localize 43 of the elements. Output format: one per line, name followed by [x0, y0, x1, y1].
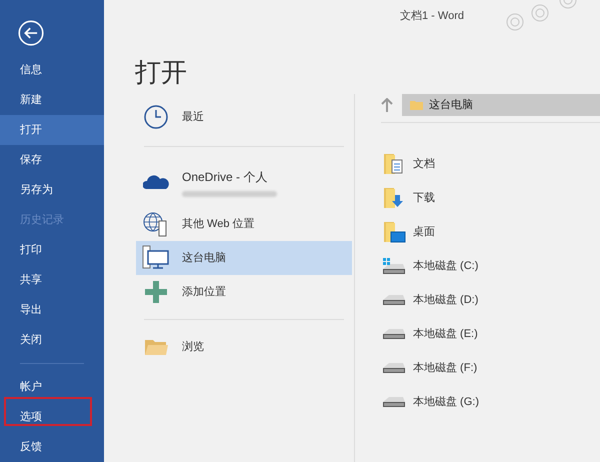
folder-item[interactable]: 下载: [413, 190, 435, 206]
sidebar-item[interactable]: 信息: [0, 55, 104, 86]
place-item[interactable]: 这台电脑: [136, 241, 352, 275]
folder-item[interactable]: 本地磁盘 (E:): [413, 326, 478, 342]
drive-icon: [383, 329, 405, 339]
downloads-folder-icon: [382, 187, 406, 209]
sidebar-item[interactable]: 导出: [0, 295, 104, 326]
sidebar-item[interactable]: 选项: [0, 402, 104, 432]
plus-icon: [145, 281, 167, 303]
sidebar-item[interactable]: 共享: [0, 265, 104, 296]
drive-icon: [383, 363, 405, 373]
drive-icon: [383, 295, 405, 305]
folder-icon: [410, 100, 423, 110]
sidebar-item[interactable]: 保存: [0, 145, 104, 176]
sidebar-item[interactable]: 打开: [0, 115, 104, 146]
desktop-folder-icon: [382, 221, 406, 243]
place-item[interactable]: 添加位置: [136, 275, 352, 309]
sidebar-item[interactable]: 另存为: [0, 175, 104, 206]
folder-item[interactable]: 本地磁盘 (D:): [413, 292, 478, 308]
folder-item[interactable]: 文档: [413, 156, 435, 172]
breadcrumb-label: 这台电脑: [429, 98, 473, 113]
clock-icon: [143, 104, 169, 130]
cloud-icon: [143, 174, 169, 190]
sidebar-item[interactable]: 打印: [0, 235, 104, 266]
folder-item[interactable]: 本地磁盘 (G:): [413, 394, 479, 410]
place-item[interactable]: 最近: [136, 98, 352, 136]
computer-icon: [142, 245, 170, 271]
sidebar-item[interactable]: 帐户: [0, 372, 104, 402]
page-heading: 打开: [135, 56, 188, 89]
place-item[interactable]: 浏览: [136, 330, 352, 364]
folder-icon: [144, 338, 168, 356]
folder-item[interactable]: 桌面: [413, 224, 435, 240]
place-item[interactable]: OneDrive - 个人: [136, 157, 352, 207]
folder-item[interactable]: 本地磁盘 (F:): [413, 360, 478, 376]
folder-item[interactable]: 本地磁盘 (C:): [413, 258, 478, 274]
drive-icon: [383, 397, 405, 407]
system-drive-icon: [381, 257, 407, 275]
breadcrumb-bar[interactable]: 这台电脑: [402, 94, 600, 116]
window-title: 文档1 - Word: [400, 8, 464, 24]
place-item[interactable]: 其他 Web 位置: [136, 207, 352, 241]
sidebar-item[interactable]: 关闭: [0, 325, 104, 356]
sidebar-item[interactable]: 反馈: [0, 432, 104, 462]
sidebar-item[interactable]: 新建: [0, 85, 104, 116]
